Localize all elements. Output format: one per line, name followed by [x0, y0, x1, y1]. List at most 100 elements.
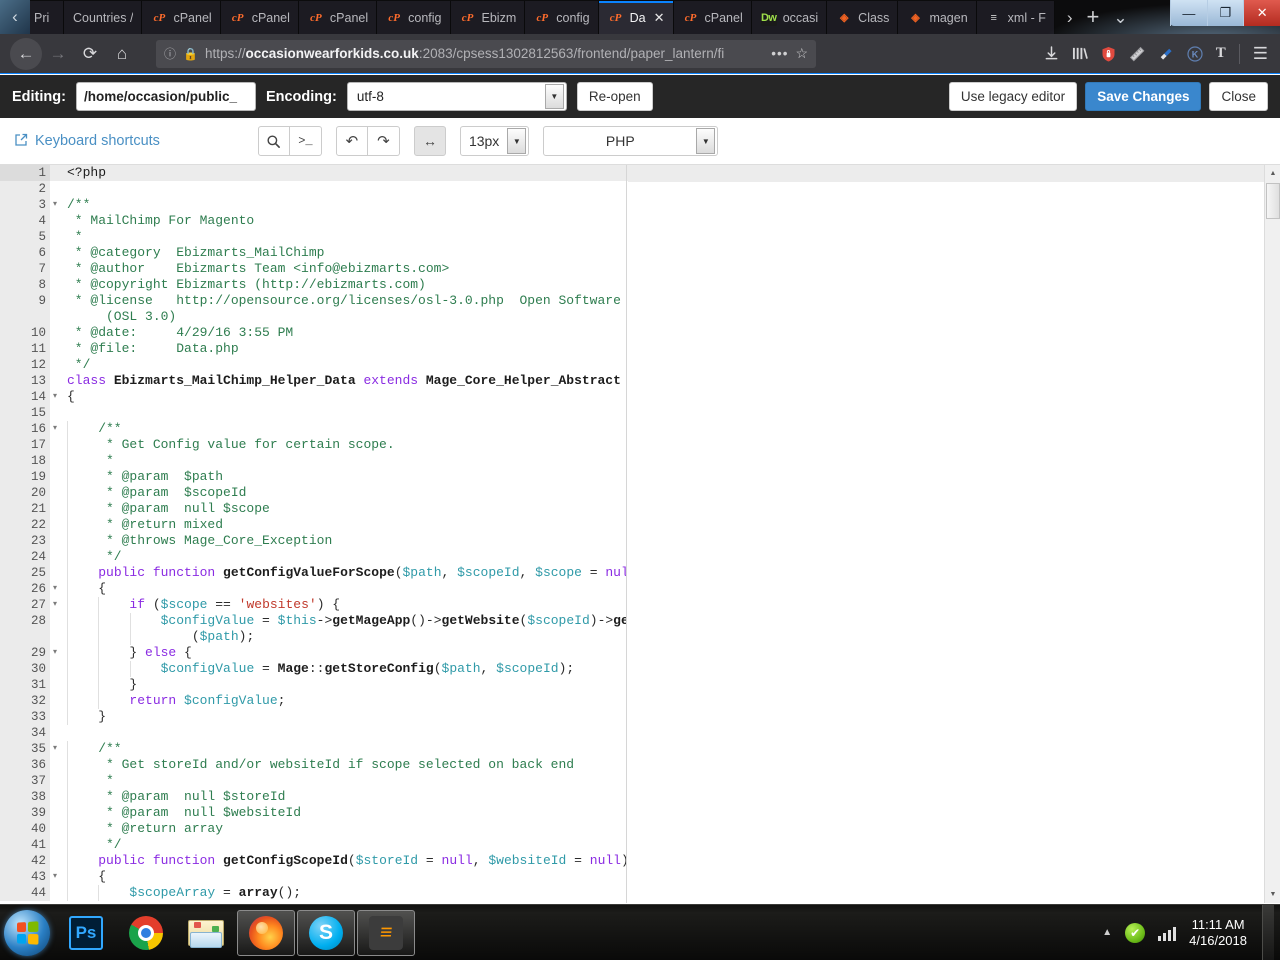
forward-button[interactable]: →: [42, 38, 74, 70]
back-button[interactable]: ←: [10, 37, 42, 70]
code-line[interactable]: 35 ▾ /**: [0, 741, 626, 757]
code-line[interactable]: 40 * @return array: [0, 821, 626, 837]
page-actions-icon[interactable]: •••: [771, 46, 788, 61]
taskbar-photoshop[interactable]: Ps: [57, 910, 115, 956]
show-hidden-icons-button[interactable]: ▲: [1102, 927, 1112, 938]
code-line[interactable]: 36 * Get storeId and/or websiteId if sco…: [0, 757, 626, 773]
ruler-icon[interactable]: [1129, 46, 1145, 62]
pen-icon[interactable]: [1158, 46, 1174, 62]
code-line[interactable]: 9 * @license http://opensource.org/licen…: [0, 293, 626, 309]
encoding-select[interactable]: utf-8 ▼: [346, 82, 567, 111]
home-button[interactable]: ⌂: [106, 38, 138, 70]
browser-tab[interactable]: Countries /: [64, 1, 143, 34]
code-line[interactable]: 21 * @param null $scope: [0, 501, 626, 517]
fold-toggle-icon[interactable]: ▾: [50, 869, 60, 885]
code-line[interactable]: 25 public function getConfigValueForScop…: [0, 565, 626, 581]
new-tab-button[interactable]: +: [1087, 6, 1100, 28]
code-editor-area[interactable]: 1 <?php 2 3 ▾/** 4 * MailChimp For Magento 5 …: [0, 165, 1264, 903]
taskbar-firefox[interactable]: [237, 909, 295, 956]
browser-tab[interactable]: cP cPanel: [220, 1, 299, 34]
code-line[interactable]: (OSL 3.0): [0, 309, 626, 325]
code-line[interactable]: 24 */: [0, 549, 626, 565]
tray-skype-icon[interactable]: ✔: [1125, 922, 1146, 943]
code-line[interactable]: 37 *: [0, 773, 626, 789]
browser-tab[interactable]: cP config: [525, 1, 599, 34]
code-line[interactable]: 3 ▾ /**: [0, 197, 626, 213]
code-line[interactable]: 31 }: [0, 677, 626, 693]
code-line[interactable]: 2: [0, 181, 626, 197]
browser-tab[interactable]: ◈ Class: [827, 1, 899, 34]
browser-tab[interactable]: cP cPanel: [673, 1, 752, 34]
restore-button[interactable]: ❐: [1206, 0, 1244, 26]
tab-close-button[interactable]: ✕: [654, 10, 665, 26]
bookmark-icon[interactable]: ☆: [795, 45, 808, 62]
code-line[interactable]: 30 $configValue = Mage::getStoreConfig($…: [0, 661, 626, 677]
minimize-button[interactable]: —: [1170, 0, 1207, 26]
code-line[interactable]: 10 * @date: 4/29/16 3:55 PM: [0, 325, 626, 341]
code-line[interactable]: 41 */: [0, 837, 626, 853]
code-line[interactable]: 12 */: [0, 357, 626, 373]
code-line[interactable]: 33 }: [0, 709, 626, 725]
taskbar-file-explorer[interactable]: [177, 910, 235, 956]
app-menu-icon[interactable]: ☰: [1253, 44, 1268, 64]
scroll-down-button[interactable]: ▼: [1265, 886, 1280, 903]
code-line[interactable]: 16 ▾ /**: [0, 421, 626, 437]
code-line[interactable]: 42 public function getConfigScopeId($sto…: [0, 853, 626, 869]
code-line[interactable]: 5 *: [0, 229, 626, 245]
code-line[interactable]: 22 * @return mixed: [0, 517, 626, 533]
redo-button[interactable]: ↷: [367, 126, 400, 156]
list-all-tabs-button[interactable]: ⌄: [1113, 9, 1127, 26]
text-tool-icon[interactable]: T: [1216, 45, 1226, 62]
code-line[interactable]: ($path);: [0, 629, 626, 645]
console-button[interactable]: >_: [289, 126, 322, 156]
code-line[interactable]: 32 return $configValue;: [0, 693, 626, 709]
fold-toggle-icon[interactable]: ▾: [50, 389, 60, 405]
taskbar-sublime-text[interactable]: ≡: [357, 909, 415, 956]
code-line[interactable]: 43 ▾ {: [0, 869, 626, 885]
code-line[interactable]: 20 * @param $scopeId: [0, 485, 626, 501]
code-line[interactable]: 13 class Ebizmarts_MailChimp_Helper_Data …: [0, 373, 626, 389]
show-desktop-button[interactable]: [1262, 904, 1274, 960]
fold-toggle-icon[interactable]: ▾: [50, 597, 60, 613]
downloads-icon[interactable]: [1044, 46, 1059, 61]
code-line[interactable]: 14 ▾ {: [0, 389, 626, 405]
code-pane[interactable]: 1 <?php 2 3 ▾/** 4 * MailChimp For Magento 5 …: [0, 165, 627, 903]
close-window-button[interactable]: ✕: [1243, 0, 1280, 26]
code-line[interactable]: 38 * @param null $storeId: [0, 789, 626, 805]
page-info-icon[interactable]: ⓘ: [164, 45, 176, 62]
find-button[interactable]: [257, 126, 290, 156]
reload-button[interactable]: ⟳: [74, 38, 106, 70]
close-button[interactable]: Close: [1209, 82, 1268, 111]
reopen-button[interactable]: Re-open: [576, 82, 653, 111]
code-line[interactable]: 1 <?php: [0, 165, 626, 181]
scrollbar-thumb[interactable]: [1266, 183, 1280, 219]
editor-vertical-scrollbar[interactable]: ▲ ▼: [1264, 165, 1280, 903]
code-line[interactable]: 6 * @category Ebizmarts_MailChimp: [0, 245, 626, 261]
fold-toggle-icon[interactable]: ▾: [50, 581, 60, 597]
taskbar-skype[interactable]: S: [297, 909, 355, 956]
word-wrap-button[interactable]: ↔: [413, 126, 446, 156]
clock[interactable]: 11:11 AM 4/16/2018: [1189, 917, 1247, 949]
fold-toggle-icon[interactable]: ▾: [50, 197, 60, 213]
undo-button[interactable]: ↶: [335, 126, 368, 156]
fold-toggle-icon[interactable]: ▾: [50, 645, 60, 661]
scroll-up-button[interactable]: ▲: [1265, 165, 1280, 182]
code-line[interactable]: 8 * @copyright Ebizmarts (http://ebizmar…: [0, 277, 626, 293]
tab-scroll-right-button[interactable]: ›: [1067, 9, 1073, 26]
language-mode-select[interactable]: PHP ▼: [543, 126, 719, 156]
code-line[interactable]: 26 ▾ {: [0, 581, 626, 597]
tab-scroll-left-button[interactable]: ‹: [0, 0, 30, 34]
code-line[interactable]: 11 * @file: Data.php: [0, 341, 626, 357]
browser-tab[interactable]: ◈ magen: [898, 1, 977, 34]
code-line[interactable]: 18 *: [0, 453, 626, 469]
shield-badge-icon[interactable]: [1101, 46, 1116, 62]
taskbar-chrome[interactable]: [117, 910, 175, 956]
file-path-input[interactable]: /home/occasion/public_: [75, 82, 256, 111]
network-signal-icon[interactable]: [1158, 925, 1177, 941]
code-line[interactable]: 29 ▾ } else {: [0, 645, 626, 661]
browser-tab[interactable]: cP cPanel: [298, 1, 378, 34]
code-line[interactable]: 44 $scopeArray = array();: [0, 885, 626, 901]
kaspersky-icon[interactable]: K: [1187, 45, 1203, 62]
browser-tab[interactable]: cP config: [377, 1, 451, 34]
browser-tab[interactable]: ≡ xml - F: [976, 1, 1055, 34]
